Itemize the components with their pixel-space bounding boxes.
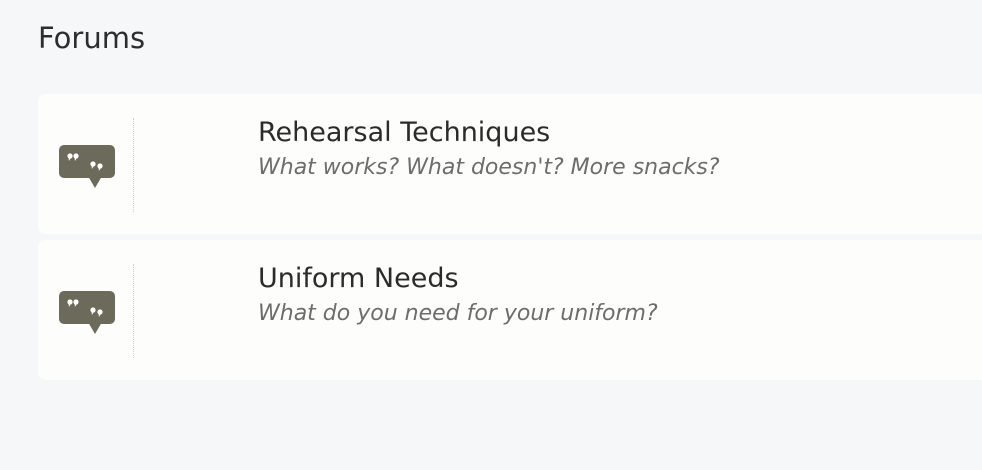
forum-item-rehearsal-techniques[interactable]: Rehearsal Techniques What works? What do… (38, 94, 982, 234)
speech-bubble-icon (59, 291, 115, 337)
forum-title[interactable]: Uniform Needs (258, 261, 978, 297)
forum-list: Rehearsal Techniques What works? What do… (38, 94, 982, 386)
speech-bubble-icon (59, 145, 115, 191)
forum-divider (133, 264, 134, 358)
forum-text: Rehearsal Techniques What works? What do… (258, 115, 978, 183)
forum-divider (133, 118, 134, 212)
forum-description: What works? What doesn't? More snacks? (258, 155, 720, 180)
forum-description: What do you need for your uniform? (258, 301, 658, 326)
page-title: Forums (38, 21, 146, 55)
forum-text: Uniform Needs What do you need for your … (258, 261, 978, 329)
forum-item-uniform-needs[interactable]: Uniform Needs What do you need for your … (38, 240, 982, 380)
forum-title[interactable]: Rehearsal Techniques (258, 115, 978, 151)
